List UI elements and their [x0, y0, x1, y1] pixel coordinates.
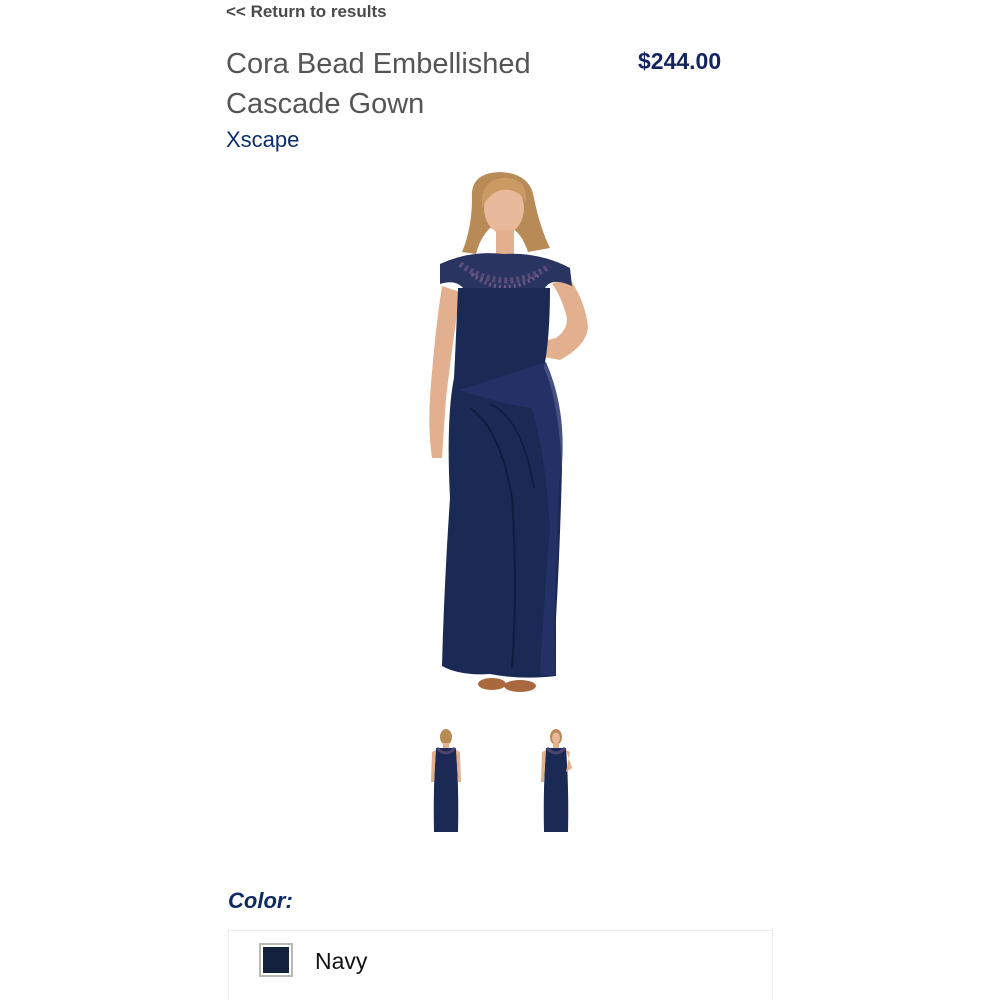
- color-label: Color:: [228, 888, 293, 913]
- gown-front-thumbnail[interactable]: [536, 728, 576, 836]
- color-swatch[interactable]: [259, 943, 293, 977]
- return-to-results-link[interactable]: << Return to results: [226, 2, 387, 22]
- product-page: << Return to results Cora Bead Embellish…: [0, 0, 1000, 1000]
- color-option-label: Navy: [315, 948, 368, 974]
- product-main-image[interactable]: [400, 168, 600, 698]
- brand-link[interactable]: Xscape: [226, 127, 299, 153]
- color-option-navy[interactable]: Navy: [228, 930, 773, 1000]
- color-swatch-fill: [263, 947, 289, 973]
- gown-back-thumbnail[interactable]: [426, 728, 466, 836]
- product-price: $244.00: [638, 48, 722, 74]
- product-title: Cora Bead Embellished Cascade Gown: [226, 48, 531, 120]
